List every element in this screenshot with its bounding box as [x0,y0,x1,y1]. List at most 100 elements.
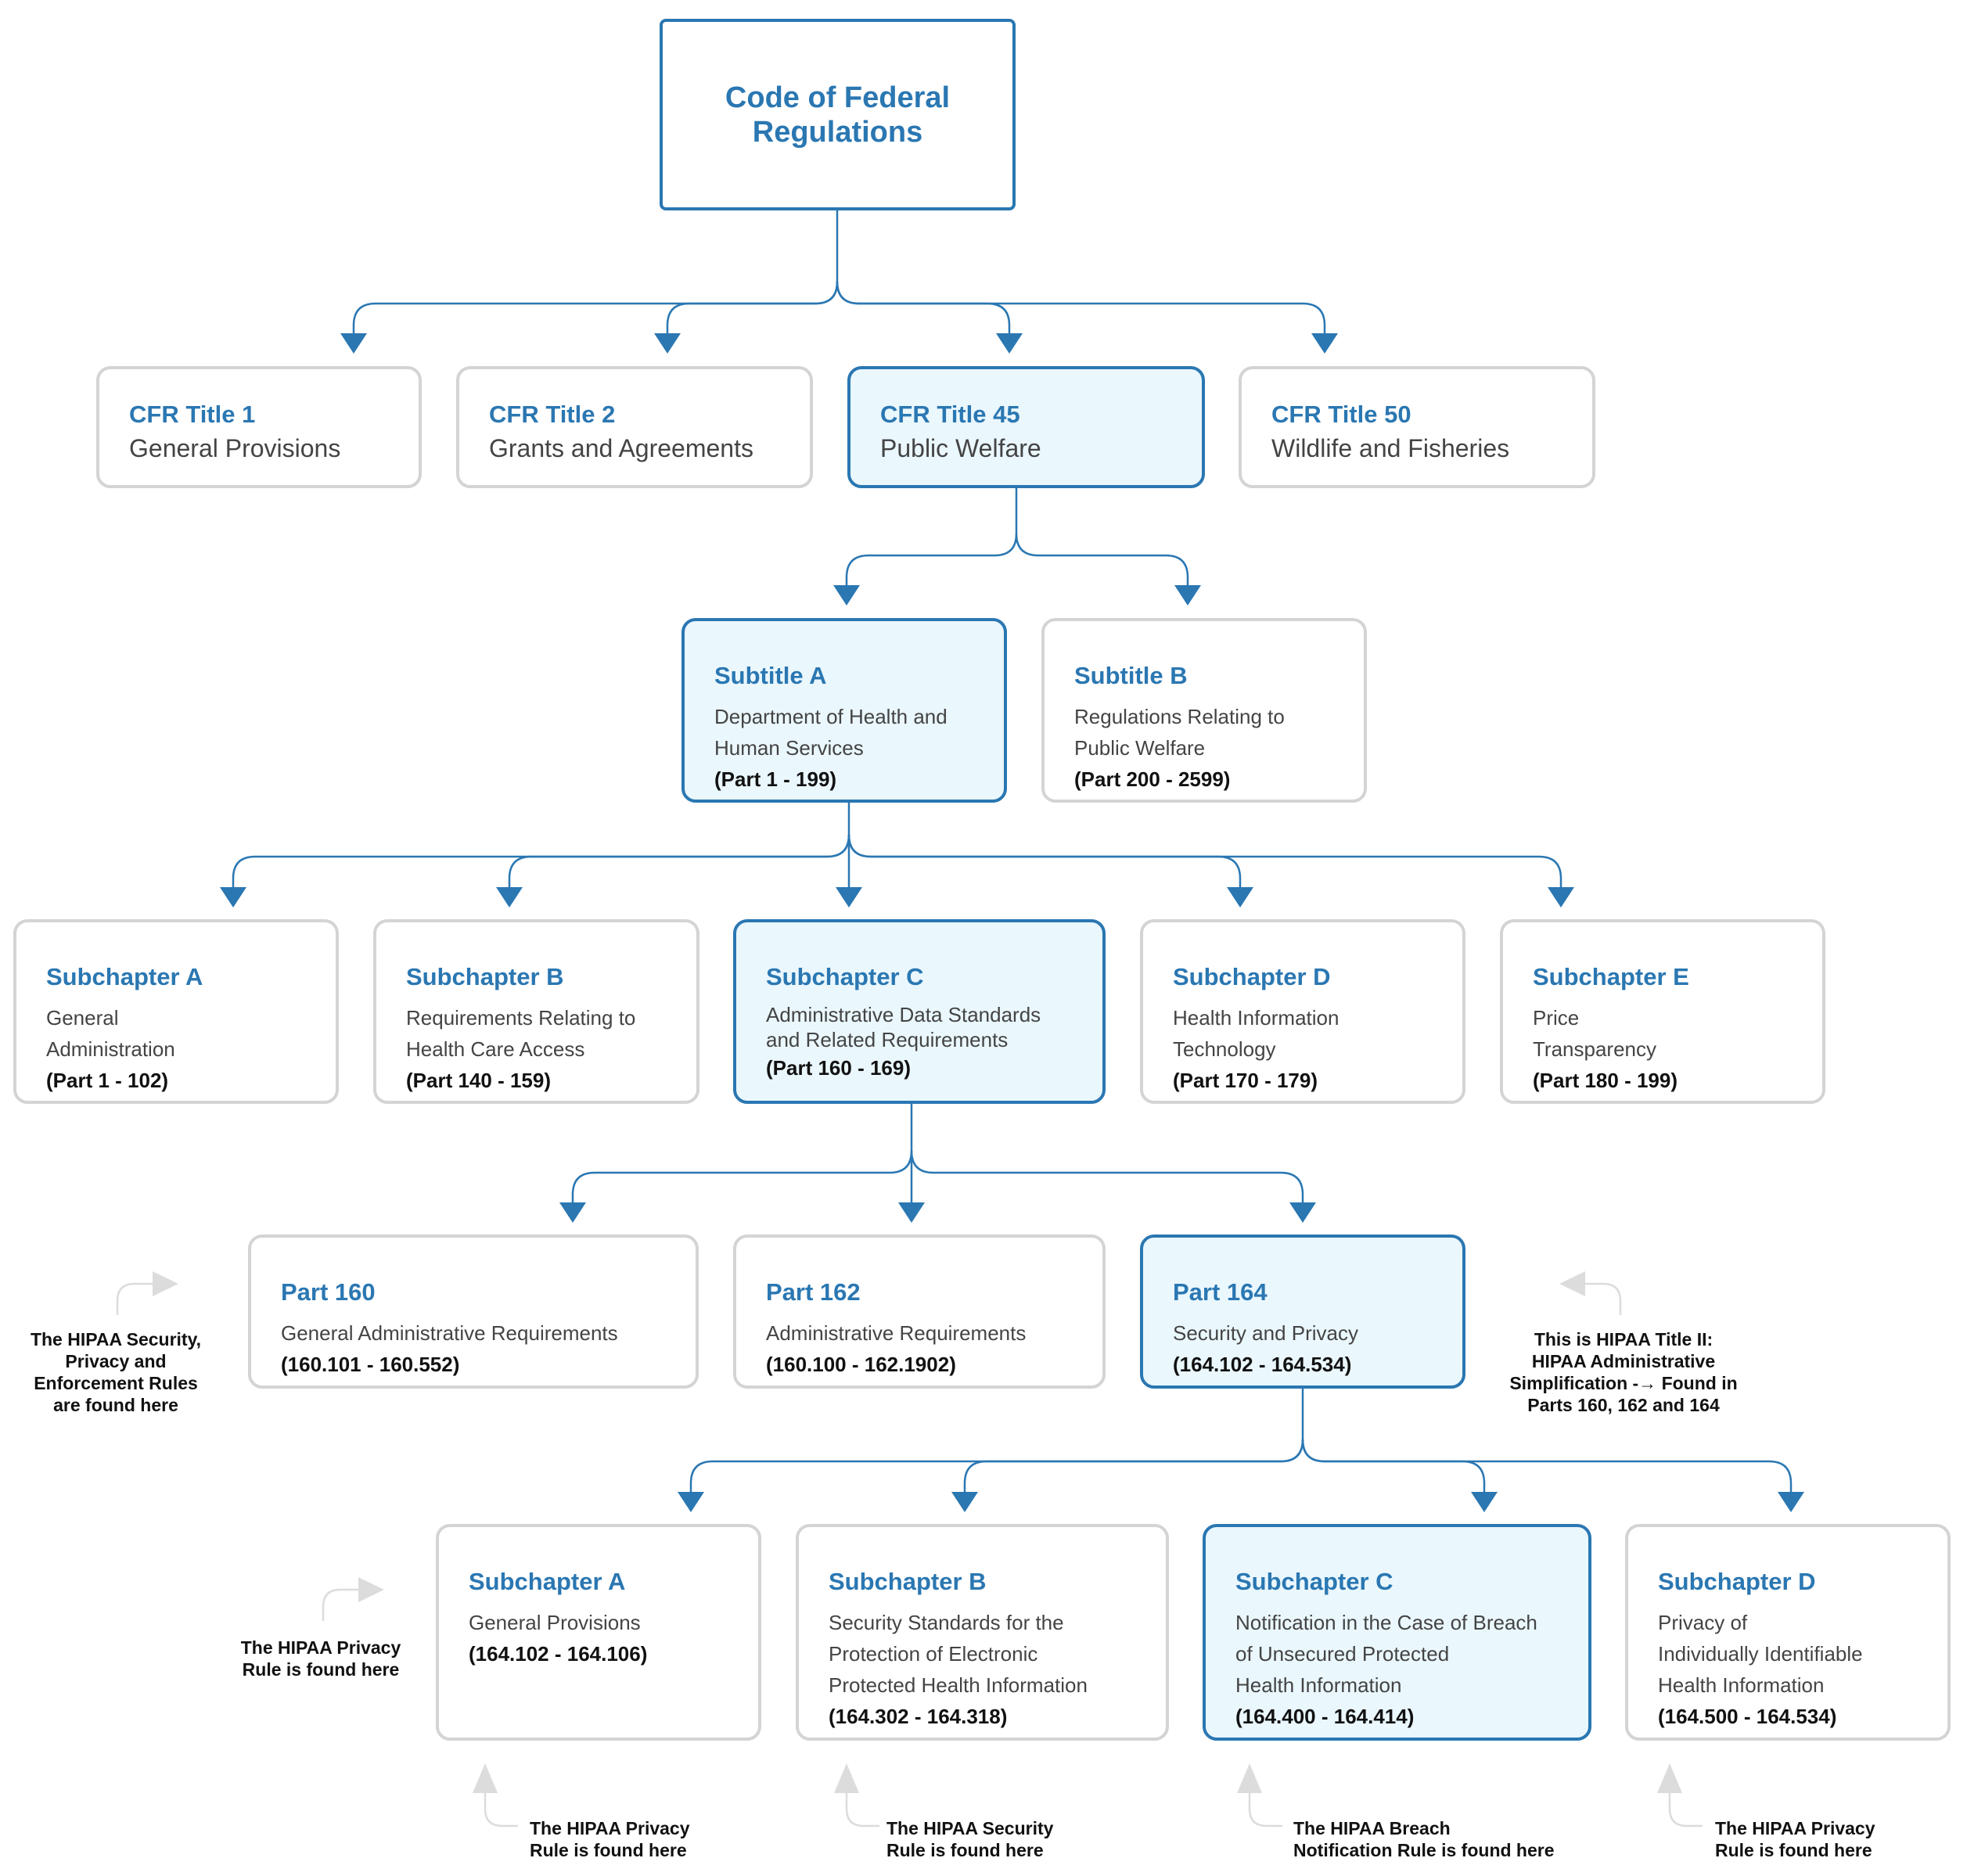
node-range: (164.102 - 164.534) [1173,1353,1352,1376]
arrowhead-down-icon [1548,887,1574,907]
node-part164-subchapter-a[interactable]: Subchapter A General Provisions (164.102… [436,1524,761,1741]
annotation-line: Rule is found here [242,1659,400,1680]
node-subchapter-a[interactable]: Subchapter A General Administration (Par… [13,919,339,1104]
connector-branch [1301,1439,1486,1492]
node-description-line: Requirements Relating to [406,1006,636,1030]
node-description: General Provisions [129,434,341,462]
node-subchapter-b[interactable]: Subchapter B Requirements Relating to He… [373,919,699,1104]
node-range: (160.100 - 162.1902) [766,1353,956,1376]
arrowhead-down-icon [654,333,681,354]
node-description-line: General Provisions [469,1611,641,1634]
annotation-arrow-up-icon [1237,1763,1262,1793]
node-range: (Part 1 - 199) [714,767,837,791]
node-description: General Administrative Requirements [281,1321,618,1345]
connector-branch [232,834,850,887]
connector-branch [836,281,1011,333]
annotation-line: are found here [53,1395,178,1415]
node-part-162[interactable]: Part 162 Administrative Requirements (16… [733,1234,1106,1389]
node-range: (164.500 - 164.534) [1658,1705,1837,1728]
annotation-line: Rule is found here [1715,1840,1872,1860]
connector-branch [847,834,1562,887]
node-title: Subchapter B [829,1568,987,1595]
node-description-line: Public Welfare [1074,736,1206,760]
node-range: (164.102 - 164.106) [469,1642,648,1666]
node-description-line: Health Information [1658,1673,1825,1697]
node-cfr-title-2[interactable]: CFR Title 2 Grants and Agreements [456,366,813,488]
node-description-line: Protected Health Information [829,1673,1088,1697]
arrowhead-down-icon [1227,887,1253,907]
node-description-line: Administration [46,1037,175,1061]
node-title: CFR Title 50 [1271,401,1411,428]
root-node-code-of-federal-regulations[interactable]: Code of Federal Regulations [660,19,1016,210]
node-range: (160.101 - 160.552) [281,1353,460,1376]
node-range: (164.302 - 164.318) [829,1705,1008,1728]
node-title: CFR Title 2 [489,401,616,428]
node-range: (Part 180 - 199) [1533,1069,1678,1092]
arrowhead-down-icon [898,1202,925,1223]
annotation-line: The HIPAA Privacy [240,1637,401,1658]
arrowhead-down-icon [1778,1492,1804,1512]
annotation-below-subchapter-c: The HIPAA Breach Notification Rule is fo… [1293,1817,1591,1861]
node-subtitle-b[interactable]: Subtitle B Regulations Relating to Publi… [1041,618,1367,803]
node-part164-subchapter-c[interactable]: Subchapter C Notification in the Case of… [1203,1524,1591,1741]
annotation-line: The HIPAA Privacy [530,1818,690,1838]
node-part164-subchapter-d[interactable]: Subchapter D Privacy of Individually Ide… [1625,1524,1951,1741]
connector-branch [352,281,839,333]
arrowhead-down-icon [1471,1492,1498,1512]
arrowhead-down-icon [951,1492,978,1512]
annotation-line: HIPAA Administrative [1531,1351,1716,1371]
annotation-line: The HIPAA Breach [1293,1818,1451,1838]
node-title: CFR Title 45 [880,401,1020,428]
annotation-subchapter-a-left: The HIPAA Privacy Rule is found here [227,1637,415,1680]
node-cfr-title-45[interactable]: CFR Title 45 Public Welfare [847,366,1205,488]
arrowhead-down-icon [996,333,1023,354]
annotation-arrow-up-icon [834,1763,859,1793]
node-title: Part 164 [1173,1278,1268,1306]
node-description-line: Regulations Relating to [1074,705,1285,728]
node-subchapter-d[interactable]: Subchapter D Health Information Technolo… [1140,919,1465,1104]
node-title: Subchapter D [1173,963,1331,990]
annotation-line: Rule is found here [530,1840,687,1860]
annotation-connector [322,1588,358,1621]
connector-branch [910,1150,1304,1202]
annotation-arrow-up-icon [1657,1763,1682,1793]
annotation-arrow-left-icon [1559,1271,1585,1296]
annotation-below-subchapter-a: The HIPAA Privacy Rule is found here [530,1817,733,1861]
node-description-line: Individually Identifiable [1658,1642,1863,1666]
node-subchapter-c[interactable]: Subchapter C Administrative Data Standar… [733,919,1106,1104]
annotation-line: The HIPAA Privacy [1715,1818,1875,1838]
node-cfr-title-1[interactable]: CFR Title 1 General Provisions [96,366,422,488]
arrowhead-down-icon [496,887,523,907]
annotation-line: This is HIPAA Title II: [1534,1329,1713,1349]
arrowhead-down-icon [1174,585,1201,606]
node-title: Subchapter E [1533,963,1689,990]
node-title: Subtitle A [714,662,827,689]
node-part164-subchapter-b[interactable]: Subchapter B Security Standards for the … [796,1524,1169,1741]
annotation-line: The HIPAA Security [886,1818,1054,1838]
node-title: Subchapter C [766,963,924,990]
node-subtitle-a[interactable]: Subtitle A Department of Health and Huma… [681,618,1007,803]
node-part-164[interactable]: Part 164 Security and Privacy (164.102 -… [1140,1234,1465,1389]
node-subchapter-e[interactable]: Subchapter E Price Transparency (Part 18… [1500,919,1825,1104]
node-range: (Part 170 - 179) [1173,1069,1318,1092]
arrowhead-down-icon [678,1492,704,1512]
connector-branch [1301,1439,1793,1492]
annotation-line: Notification Rule is found here [1293,1840,1555,1860]
node-description-line: Administrative Data Standards [766,1003,1041,1026]
connector-branch [1015,533,1189,585]
annotation-below-subchapter-d: The HIPAA Privacy Rule is found here [1715,1817,1934,1861]
node-range: (164.400 - 164.414) [1235,1705,1415,1728]
node-title: Subchapter A [469,1568,626,1595]
node-description-line: and Related Requirements [766,1028,1009,1051]
node-part-160[interactable]: Part 160 General Administrative Requirem… [248,1234,699,1389]
annotation-connector [484,1793,518,1827]
node-description-line: Security Standards for the [829,1611,1064,1634]
annotation-connector [1248,1793,1282,1827]
annotation-line: Privacy and [65,1351,167,1371]
annotation-line: Enforcement Rules [34,1373,198,1393]
node-description-line: General [46,1006,119,1030]
node-title: Subchapter D [1658,1568,1816,1595]
node-title: CFR Title 1 [129,401,256,428]
node-cfr-title-50[interactable]: CFR Title 50 Wildlife and Fisheries [1239,366,1595,488]
node-description: Grants and Agreements [489,434,753,462]
